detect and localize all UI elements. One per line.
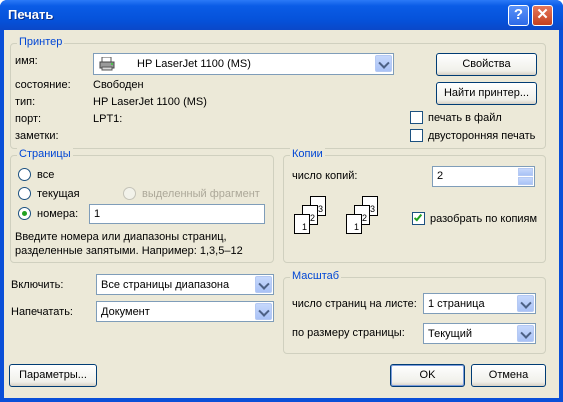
print-to-file-checkbox[interactable] — [410, 111, 423, 124]
include-value: Все страницы диапазона — [101, 279, 230, 291]
find-printer-button[interactable]: Найти принтер... — [436, 82, 537, 105]
printer-port-label: порт: — [15, 113, 42, 125]
options-button[interactable]: Параметры... — [9, 364, 97, 387]
printer-name-select[interactable]: HP LaserJet 1100 (MS) — [93, 53, 394, 75]
chevron-down-icon[interactable] — [517, 295, 534, 312]
ok-button[interactable]: OK — [390, 364, 465, 387]
print-what-select[interactable]: Документ — [96, 301, 274, 322]
pages-hint: Введите номера или диапазоны страниц, ра… — [15, 231, 243, 257]
pages-current-radio[interactable] — [18, 187, 31, 200]
pages-selection-radio — [123, 187, 136, 200]
checkmark-icon — [413, 212, 423, 222]
printer-type-label: тип: — [15, 96, 36, 108]
per-sheet-value: 1 страница — [428, 298, 485, 310]
per-sheet-select[interactable]: 1 страница — [423, 293, 536, 314]
pages-numbers-value: 1 — [94, 208, 101, 220]
pages-selection-label: выделенный фрагмент — [142, 188, 260, 200]
print-what-value: Документ — [101, 306, 150, 318]
printer-icon — [99, 56, 115, 71]
zoom-group: Масштаб число страниц на листе: 1 страни… — [283, 270, 546, 354]
chevron-down-icon[interactable] — [375, 55, 392, 72]
printer-group: Принтер имя: HP LaserJet 1100 (MS) состо… — [10, 36, 546, 149]
printer-legend: Принтер — [17, 36, 65, 48]
window-title: Печать — [8, 7, 54, 22]
cancel-button[interactable]: Отмена — [471, 364, 546, 387]
collate-checkbox[interactable] — [412, 212, 425, 225]
close-button[interactable]: ✕ — [532, 5, 553, 26]
chevron-down-icon[interactable] — [517, 325, 534, 342]
print-what-label: Напечатать: — [11, 306, 73, 318]
spin-down-button[interactable] — [518, 177, 533, 185]
scale-value: Текущий — [428, 328, 472, 340]
page-icon: 1 — [294, 214, 310, 234]
pages-all-label: все — [37, 169, 55, 181]
dialog-body: Принтер имя: HP LaserJet 1100 (MS) состо… — [4, 30, 559, 398]
pages-numbers-input[interactable]: 1 — [89, 204, 265, 224]
pages-group: Страницы все текущая выделенный фрагмент… — [10, 148, 274, 263]
properties-button[interactable]: Свойства — [436, 53, 537, 76]
duplex-label: двусторонняя печать — [428, 130, 536, 142]
per-sheet-label: число страниц на листе: — [292, 298, 417, 310]
printer-name-value: HP LaserJet 1100 (MS) — [137, 58, 251, 70]
pages-numbers-label: номера: — [37, 208, 79, 220]
spin-up-button[interactable] — [518, 168, 533, 176]
print-dialog: Печать ? ✕ Принтер имя: HP LaserJet 1100… — [0, 0, 563, 402]
pages-current-label: текущая — [37, 188, 80, 200]
chevron-down-icon[interactable] — [255, 276, 272, 293]
printer-state-value: Свободен — [93, 79, 144, 91]
pages-legend: Страницы — [17, 148, 73, 160]
printer-name-label: имя: — [15, 55, 38, 67]
print-to-file-label: печать в файл — [428, 112, 502, 124]
collate-illustration-left: 3 2 1 — [294, 196, 344, 254]
printer-notes-label: заметки: — [15, 130, 59, 142]
scale-label: по размеру страницы: — [292, 327, 405, 339]
page-icon: 1 — [346, 214, 362, 234]
copies-count-label: число копий: — [292, 170, 358, 182]
copies-count-input[interactable]: 2 — [432, 166, 535, 187]
printer-port-value: LPT1: — [93, 113, 123, 125]
collate-label: разобрать по копиям — [430, 213, 538, 225]
chevron-down-icon[interactable] — [255, 303, 272, 320]
help-button[interactable]: ? — [508, 5, 529, 26]
title-bar[interactable]: Печать ? ✕ — [0, 0, 563, 30]
copies-count-value: 2 — [437, 170, 444, 182]
collate-illustration-right: 3 2 1 — [346, 196, 396, 254]
zoom-legend: Масштаб — [290, 270, 342, 282]
pages-numbers-radio[interactable] — [18, 207, 31, 220]
printer-type-value: HP LaserJet 1100 (MS) — [93, 96, 207, 108]
pages-all-radio[interactable] — [18, 168, 31, 181]
copies-legend: Копии — [290, 148, 325, 160]
include-label: Включить: — [11, 279, 64, 291]
printer-state-label: состояние: — [15, 79, 71, 91]
copies-group: Копии число копий: 2 3 2 1 3 2 1 разобра… — [283, 148, 546, 263]
radio-selected-dot — [22, 211, 27, 216]
include-select[interactable]: Все страницы диапазона — [96, 274, 274, 295]
duplex-checkbox[interactable] — [410, 129, 423, 142]
scale-select[interactable]: Текущий — [423, 323, 536, 344]
